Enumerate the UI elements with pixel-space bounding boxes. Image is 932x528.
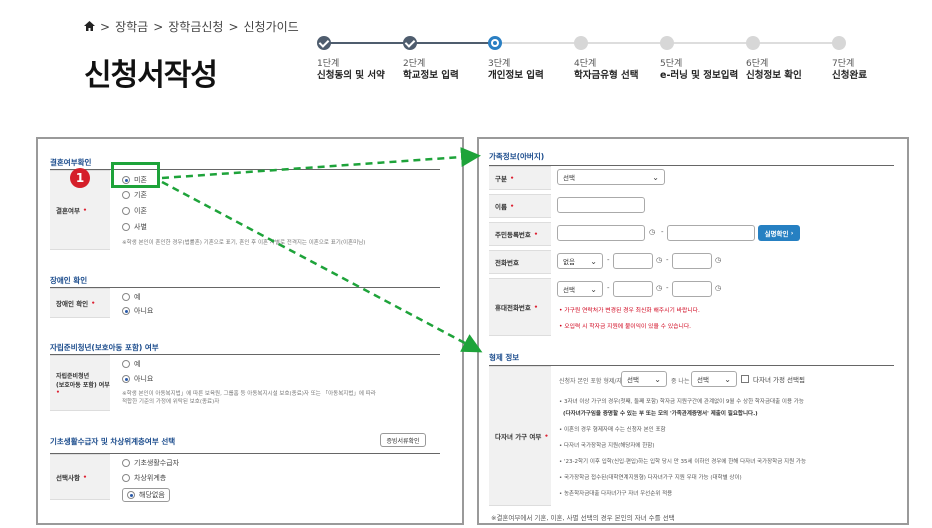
annotation-arrows (161, 147, 483, 353)
arrow-to-family-info (161, 147, 481, 180)
arrow-to-sibling-info (161, 180, 483, 353)
